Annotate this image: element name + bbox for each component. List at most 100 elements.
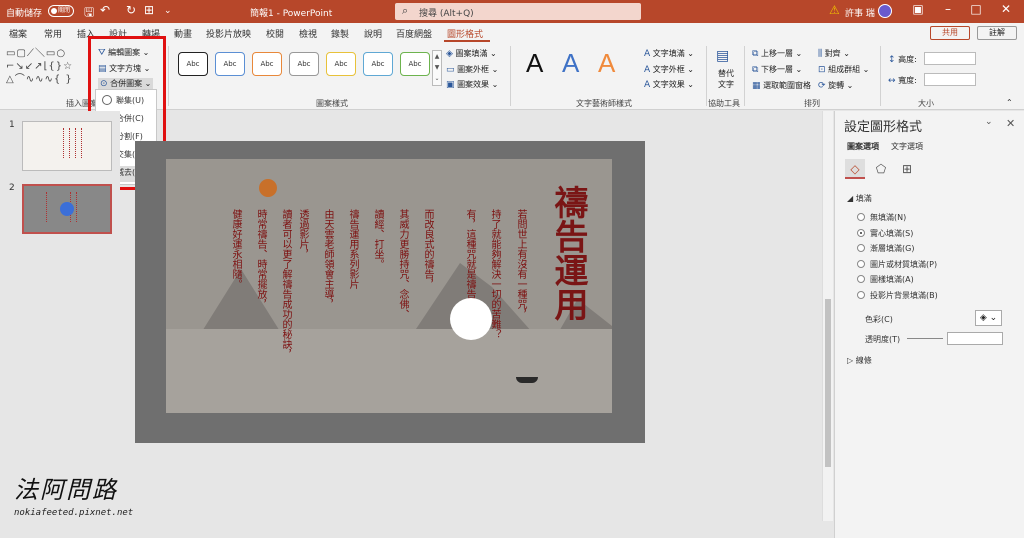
- poem-column: 透過影片，: [297, 209, 308, 259]
- radio-label: 圖樣填滿(A): [870, 275, 914, 284]
- tab-text-options[interactable]: 文字選項: [891, 141, 923, 152]
- slide-artwork: 禱告運用 若問世上有沒有一種咒， 持了就能夠解決一切的苦難？ 有，這種咒就是禱告…: [166, 159, 612, 413]
- text-outline-icon: A: [644, 65, 651, 75]
- wordart-style-black[interactable]: A: [526, 48, 543, 79]
- group-label: 組成群組: [828, 65, 861, 74]
- rotate-button[interactable]: ⟳ 旋轉 ⌄: [818, 80, 853, 91]
- white-circle-shape[interactable]: [450, 298, 492, 340]
- radio-background-fill[interactable]: 投影片背景填滿(B): [857, 290, 938, 301]
- search-box[interactable]: ⌕ 搜尋 (Alt+Q): [395, 3, 641, 20]
- close-icon[interactable]: ✕: [996, 2, 1016, 16]
- radio-label: 實心填滿(S): [870, 229, 914, 238]
- accessibility-group-label: 協助工具: [708, 99, 740, 108]
- shape-style-1[interactable]: Abc: [178, 52, 208, 76]
- user-name[interactable]: 許事 瑞: [845, 6, 875, 19]
- pane-options-icon[interactable]: ⌄: [985, 117, 993, 127]
- close-icon[interactable]: ✕: [1006, 117, 1015, 130]
- shape-style-7[interactable]: Abc: [400, 52, 430, 76]
- undo-icon[interactable]: ↶: [100, 3, 110, 17]
- tab-record[interactable]: 錄製: [331, 27, 349, 40]
- warning-icon[interactable]: ⚠: [829, 3, 840, 17]
- tab-view[interactable]: 檢視: [299, 27, 317, 40]
- wordart-style-orange[interactable]: A: [598, 48, 615, 79]
- tab-animations[interactable]: 動畫: [174, 27, 192, 40]
- shape-style-2[interactable]: Abc: [215, 52, 245, 76]
- tab-shape-options[interactable]: 圖案選項: [847, 141, 879, 152]
- tab-home[interactable]: 常用: [44, 27, 62, 40]
- autosave-toggle[interactable]: 關閉: [48, 5, 74, 17]
- fill-line-icon[interactable]: ◇: [845, 159, 865, 179]
- alt-text-button[interactable]: 替代文字: [716, 68, 736, 90]
- slide-thumbnail-1[interactable]: [22, 121, 112, 171]
- style-gallery-scroll[interactable]: ▲ ▼ ⌄: [432, 50, 442, 86]
- poem-column: 讀者可以更了解禱告成功的秘訣，: [280, 209, 291, 359]
- present-icon[interactable]: ⊞: [144, 3, 154, 17]
- avatar[interactable]: [878, 4, 892, 18]
- radio-pattern-fill[interactable]: 圖樣填滿(A): [857, 274, 914, 285]
- transparency-input[interactable]: [947, 332, 1003, 345]
- text-fill-icon: A: [644, 49, 651, 59]
- group-button[interactable]: ⊡ 組成群組 ⌄: [818, 64, 869, 75]
- selection-pane-label: 選取範圍窗格: [763, 81, 812, 90]
- transparency-slider[interactable]: [907, 338, 943, 339]
- scrollbar-thumb[interactable]: [825, 299, 831, 467]
- tab-slideshow[interactable]: 投影片放映: [206, 27, 251, 40]
- tab-help[interactable]: 說明: [364, 27, 382, 40]
- text-outline-button[interactable]: A 文字外框 ⌄: [644, 64, 694, 75]
- tab-baidu[interactable]: 百度網盤: [396, 27, 432, 40]
- slide-title: 禱告運用: [548, 185, 588, 321]
- shape-fill-button[interactable]: ◈ 圖案填滿 ⌄: [446, 48, 497, 59]
- height-input[interactable]: [924, 52, 976, 65]
- width-input[interactable]: [924, 73, 976, 86]
- width-text: 寬度:: [898, 76, 917, 85]
- share-button[interactable]: 共用: [930, 26, 970, 40]
- effects-icon[interactable]: ⬠: [871, 159, 891, 179]
- text-fill-label: 文字填滿: [652, 49, 685, 58]
- maximize-icon[interactable]: □: [966, 2, 986, 16]
- customize-qat-icon[interactable]: ⌄: [164, 6, 172, 16]
- group-divider: [880, 46, 881, 106]
- comment-button[interactable]: 註解: [977, 26, 1017, 40]
- slide-thumbnail-2[interactable]: [22, 184, 112, 234]
- minimize-icon[interactable]: –: [938, 2, 958, 16]
- radio-label: 無填滿(N): [870, 213, 907, 222]
- shape-style-3[interactable]: Abc: [252, 52, 282, 76]
- tab-review[interactable]: 校閱: [266, 27, 284, 40]
- shape-outline-button[interactable]: ▭ 圖案外框 ⌄: [446, 64, 498, 75]
- shape-style-4[interactable]: Abc: [289, 52, 319, 76]
- shape-style-5[interactable]: Abc: [326, 52, 356, 76]
- radio-gradient-fill[interactable]: 漸層填滿(G): [857, 243, 914, 254]
- shape-effects-button[interactable]: ▣ 圖案效果 ⌄: [446, 79, 498, 90]
- text-effects-button[interactable]: A 文字效果 ⌄: [644, 79, 694, 90]
- radio-no-fill[interactable]: 無填滿(N): [857, 212, 906, 223]
- slide-canvas[interactable]: 禱告運用 若問世上有沒有一種咒， 持了就能夠解決一切的苦難？ 有，這種咒就是禱告…: [135, 141, 645, 443]
- send-backward-button[interactable]: ⧉ 下移一層 ⌄: [752, 64, 802, 75]
- wordart-style-blue[interactable]: A: [562, 48, 579, 79]
- poem-column: 而改良式的禱告，: [422, 209, 433, 289]
- radio-solid-fill[interactable]: 實心填滿(S): [857, 228, 913, 239]
- fill-section-header[interactable]: ◢ 填滿: [847, 193, 872, 204]
- size-properties-icon[interactable]: ⊞: [897, 159, 917, 179]
- save-icon[interactable]: 🖫: [84, 3, 94, 24]
- ribbon-display-icon[interactable]: ▣: [908, 2, 928, 16]
- arrange-group-label: 排列: [804, 99, 820, 108]
- bring-forward-button[interactable]: ⧉ 上移一層 ⌄: [752, 48, 802, 59]
- send-backward-label: 下移一層: [760, 65, 793, 74]
- text-fill-button[interactable]: A 文字填滿 ⌄: [644, 48, 694, 59]
- search-icon: ⌕: [402, 4, 409, 17]
- line-section-header[interactable]: ▷ 線條: [847, 355, 872, 366]
- tab-shape-format[interactable]: 圖形格式: [447, 27, 483, 40]
- collapse-ribbon-icon[interactable]: ⌃: [1006, 98, 1013, 107]
- slide-scrollbar[interactable]: [822, 111, 833, 521]
- color-picker-button[interactable]: ◈ ⌄: [975, 310, 1002, 326]
- shapes-gallery[interactable]: ▭▢⟋＼▭○ ⌐↘↙↗⌊{}☆ △⌒∿∿∿{ }: [6, 47, 84, 89]
- selection-pane-button[interactable]: ▦ 選取範圍窗格: [752, 80, 811, 91]
- height-label: ↕ 高度:: [888, 54, 917, 65]
- tab-file[interactable]: 檔案: [9, 27, 27, 40]
- slide-number-1: 1: [9, 120, 15, 130]
- radio-picture-fill[interactable]: 圖片或材質填滿(P): [857, 259, 937, 270]
- align-button[interactable]: ⫼ 對齊 ⌄: [818, 48, 850, 59]
- shape-style-6[interactable]: Abc: [363, 52, 393, 76]
- redo-icon[interactable]: ↻: [126, 3, 136, 17]
- align-icon: ⫼: [818, 49, 823, 59]
